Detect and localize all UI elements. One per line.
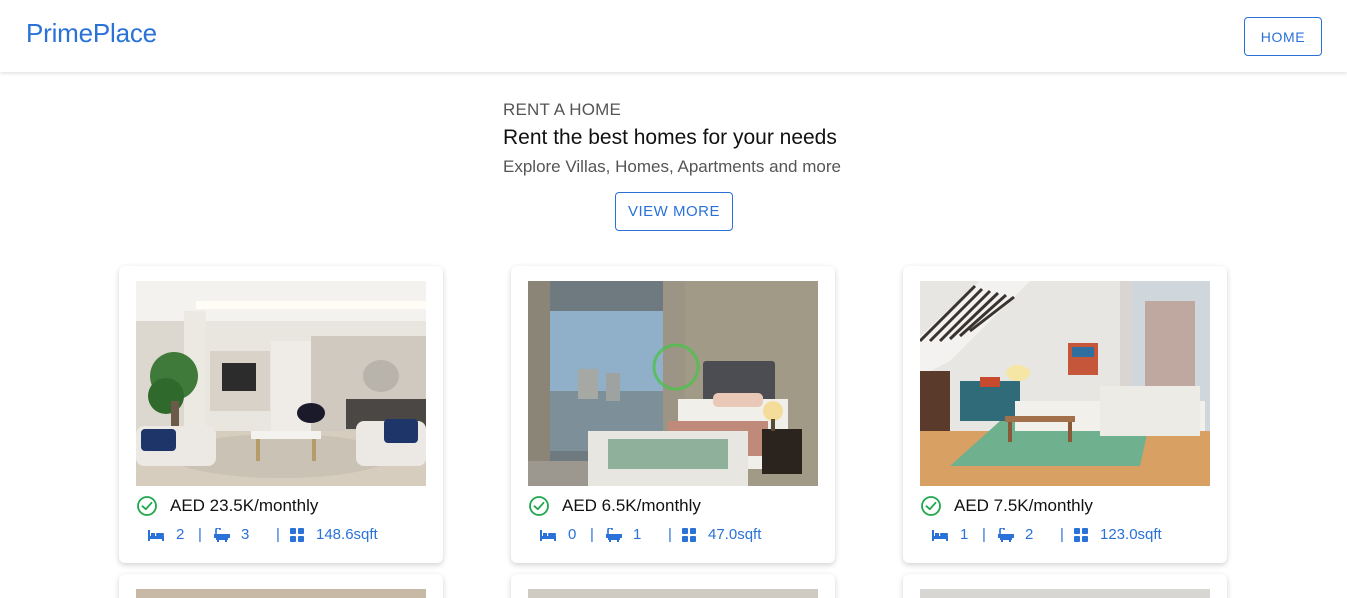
listing-photo-loft-living-room[interactable] [920, 281, 1210, 486]
listing-card[interactable] [511, 574, 835, 598]
grid-icon [1074, 528, 1088, 542]
listing-photo[interactable] [136, 589, 426, 598]
top-navbar: PrimePlace HOME [0, 0, 1347, 72]
hero-eyebrow: RENT A HOME [503, 100, 622, 119]
bathroom-count: 1 [633, 526, 642, 543]
check-circle-icon [529, 496, 549, 516]
price-row: AED 23.5K/monthly [136, 495, 318, 517]
listing-stats: 2 | 3 | 148.6sqft [148, 526, 438, 546]
area-value: 47.0sqft [708, 526, 762, 543]
area-value: 148.6sqft [316, 526, 378, 543]
separator: | [198, 526, 202, 543]
separator: | [668, 526, 672, 543]
hero-title: Rent the best homes for your needs [503, 126, 837, 149]
listing-card[interactable]: AED 6.5K/monthly 0 | 1 | 47.0sqft [511, 266, 835, 563]
price-row: AED 7.5K/monthly [920, 495, 1093, 517]
bed-icon [932, 530, 948, 541]
listing-price: AED 7.5K/monthly [954, 496, 1093, 515]
separator: | [982, 526, 986, 543]
listing-photo-bedroom[interactable] [528, 281, 818, 486]
bedroom-count: 1 [960, 526, 969, 543]
bed-icon [148, 530, 164, 541]
listing-photo[interactable] [528, 589, 818, 598]
brand-logo[interactable]: PrimePlace [26, 18, 157, 49]
listing-photo-living-room[interactable] [136, 281, 426, 486]
area-value: 123.0sqft [1100, 526, 1162, 543]
listing-photo[interactable] [920, 589, 1210, 598]
view-more-button[interactable]: VIEW MORE [615, 192, 733, 231]
bathtub-icon [998, 528, 1014, 542]
hero-section: RENT A HOME Rent the best homes for your… [503, 100, 863, 177]
hero-subtitle: Explore Villas, Homes, Apartments and mo… [503, 157, 841, 176]
bedroom-count: 2 [176, 526, 185, 543]
bed-icon [540, 530, 556, 541]
grid-icon [290, 528, 304, 542]
separator: | [1060, 526, 1064, 543]
separator: | [276, 526, 280, 543]
listing-card[interactable] [903, 574, 1227, 598]
home-button[interactable]: HOME [1244, 17, 1322, 56]
listing-price: AED 6.5K/monthly [562, 496, 701, 515]
bathtub-icon [214, 528, 230, 542]
bathroom-count: 3 [241, 526, 250, 543]
bathtub-icon [606, 528, 622, 542]
listing-price: AED 23.5K/monthly [170, 496, 319, 515]
listing-card[interactable]: AED 23.5K/monthly 2 | 3 | 148.6sqft [119, 266, 443, 563]
bedroom-count: 0 [568, 526, 577, 543]
bathroom-count: 2 [1025, 526, 1034, 543]
price-row: AED 6.5K/monthly [528, 495, 701, 517]
grid-icon [682, 528, 696, 542]
listing-card[interactable]: AED 7.5K/monthly 1 | 2 | 123.0sqft [903, 266, 1227, 563]
check-circle-icon [921, 496, 941, 516]
check-circle-icon [137, 496, 157, 516]
listing-stats: 0 | 1 | 47.0sqft [540, 526, 830, 546]
listing-card[interactable] [119, 574, 443, 598]
separator: | [590, 526, 594, 543]
listing-stats: 1 | 2 | 123.0sqft [932, 526, 1222, 546]
